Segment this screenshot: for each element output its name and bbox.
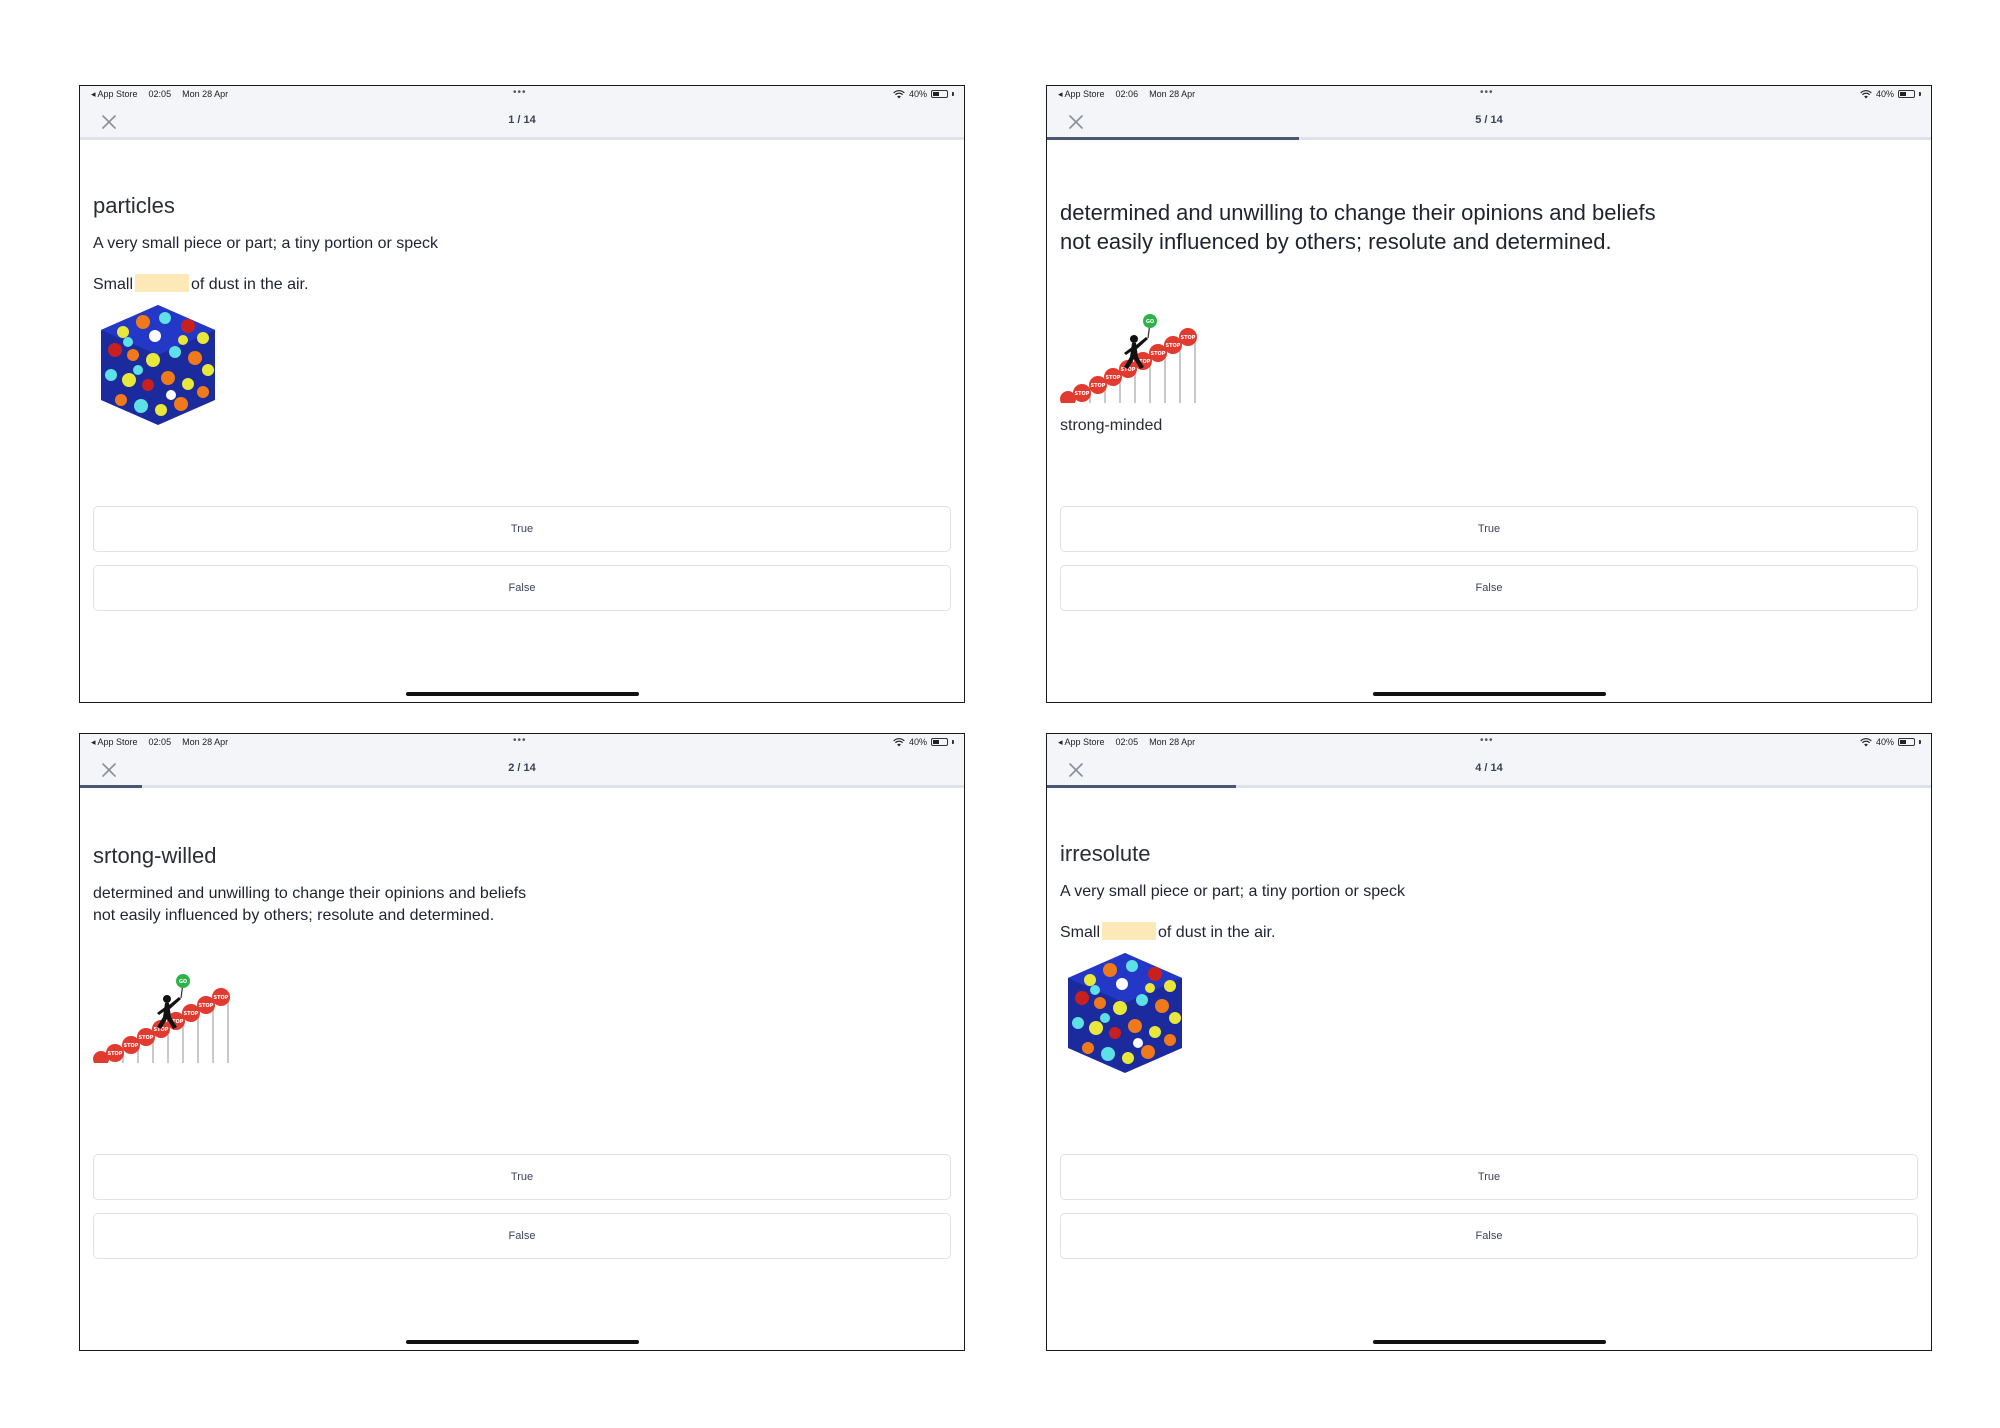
progress-counter: 4 / 14	[1475, 762, 1503, 774]
home-indicator[interactable]	[406, 1340, 639, 1344]
battery-percent: 40%	[1875, 737, 1894, 747]
example-before: Small	[1060, 924, 1101, 941]
definition-text: determined and unwilling to change their…	[93, 885, 527, 924]
false-button[interactable]: False	[93, 565, 951, 611]
particle-cube-image	[93, 300, 223, 430]
status-date: Mon 28 Apr	[182, 89, 229, 99]
back-to-app-store[interactable]: ◂ App Store	[1058, 737, 1105, 747]
false-button[interactable]: False	[1060, 565, 1918, 611]
blank-highlight	[135, 274, 190, 292]
status-bar: ◂ App Store 02:06 Mon 28 Apr ••• 40%	[1047, 86, 1931, 104]
term-title: srtong-willed	[93, 843, 217, 868]
battery-icon	[1898, 738, 1915, 746]
battery-percent: 40%	[908, 737, 927, 747]
home-indicator[interactable]	[1373, 1340, 1606, 1344]
example-sentence: Small of dust in the air.	[93, 274, 951, 294]
question-content: srtong-willed determined and unwilling t…	[93, 788, 951, 1063]
quiz-screen-5: ◂ App Store 02:06 Mon 28 Apr ••• 40% 5 / 1…	[1046, 85, 1932, 703]
multitasking-dots[interactable]: •••	[513, 735, 527, 746]
true-button[interactable]: True	[93, 1154, 951, 1200]
wifi-icon	[893, 90, 905, 99]
term-title: irresolute	[1060, 841, 1151, 866]
example-before: Small	[93, 276, 134, 293]
example-after: of dust in the air.	[191, 276, 309, 293]
status-time: 02:06	[1115, 89, 1139, 99]
quiz-header: 1 / 14	[80, 104, 964, 140]
question-content: irresolute A very small piece or part; a…	[1060, 788, 1918, 1078]
progress-counter: 5 / 14	[1475, 114, 1503, 126]
status-bar: ◂ App Store 02:05 Mon 28 Apr ••• 40%	[80, 86, 964, 104]
answer-word: strong-minded	[1060, 417, 1163, 434]
multitasking-dots[interactable]: •••	[1480, 735, 1494, 746]
definition-text: determined and unwilling to change their…	[1060, 200, 1656, 254]
particle-cube-image	[1060, 948, 1190, 1078]
blank-highlight	[1102, 922, 1157, 940]
battery-icon	[931, 90, 948, 98]
status-time: 02:05	[1115, 737, 1139, 747]
home-indicator[interactable]	[1373, 692, 1606, 696]
status-bar: ◂ App Store 02:05 Mon 28 Apr ••• 40%	[80, 734, 964, 752]
multitasking-dots[interactable]: •••	[1480, 87, 1494, 98]
quiz-header: 4 / 14	[1047, 752, 1931, 788]
back-to-app-store[interactable]: ◂ App Store	[1058, 89, 1105, 99]
true-button[interactable]: True	[93, 506, 951, 552]
progress-counter: 1 / 14	[508, 114, 536, 126]
multitasking-dots[interactable]: •••	[513, 87, 527, 98]
wifi-icon	[1860, 738, 1872, 747]
true-button[interactable]: True	[1060, 506, 1918, 552]
battery-percent: 40%	[1875, 89, 1894, 99]
example-sentence: Small of dust in the air.	[1060, 922, 1918, 942]
quiz-screen-4: ◂ App Store 02:05 Mon 28 Apr ••• 40% 4 / 1…	[1046, 733, 1932, 1351]
definition-text: A very small piece or part; a tiny porti…	[93, 235, 439, 252]
false-button[interactable]: False	[93, 1213, 951, 1259]
home-indicator[interactable]	[406, 692, 639, 696]
status-date: Mon 28 Apr	[182, 737, 229, 747]
quiz-header: 5 / 14	[1047, 104, 1931, 140]
quiz-header: 2 / 14	[80, 752, 964, 788]
question-content: determined and unwilling to change their…	[1060, 140, 1918, 435]
battery-percent: 40%	[908, 89, 927, 99]
example-after: of dust in the air.	[1158, 924, 1276, 941]
term-title: particles	[93, 193, 175, 218]
battery-icon	[931, 738, 948, 746]
status-time: 02:05	[148, 737, 172, 747]
status-time: 02:05	[148, 89, 172, 99]
quiz-screen-1: ◂ App Store 02:05 Mon 28 Apr ••• 40% 1 / 1…	[79, 85, 965, 703]
stop-signs-climber-image	[1060, 313, 1200, 403]
true-button[interactable]: True	[1060, 1154, 1918, 1200]
status-date: Mon 28 Apr	[1149, 89, 1196, 99]
wifi-icon	[893, 738, 905, 747]
stop-signs-climber-image	[93, 973, 233, 1063]
wifi-icon	[1860, 90, 1872, 99]
back-to-app-store[interactable]: ◂ App Store	[91, 89, 138, 99]
definition-text: A very small piece or part; a tiny porti…	[1060, 883, 1406, 900]
back-to-app-store[interactable]: ◂ App Store	[91, 737, 138, 747]
status-bar: ◂ App Store 02:05 Mon 28 Apr ••• 40%	[1047, 734, 1931, 752]
false-button[interactable]: False	[1060, 1213, 1918, 1259]
status-date: Mon 28 Apr	[1149, 737, 1196, 747]
battery-icon	[1898, 90, 1915, 98]
progress-counter: 2 / 14	[508, 762, 536, 774]
quiz-screen-2: ◂ App Store 02:05 Mon 28 Apr ••• 40% 2 / 1…	[79, 733, 965, 1351]
question-content: particles A very small piece or part; a …	[93, 140, 951, 430]
